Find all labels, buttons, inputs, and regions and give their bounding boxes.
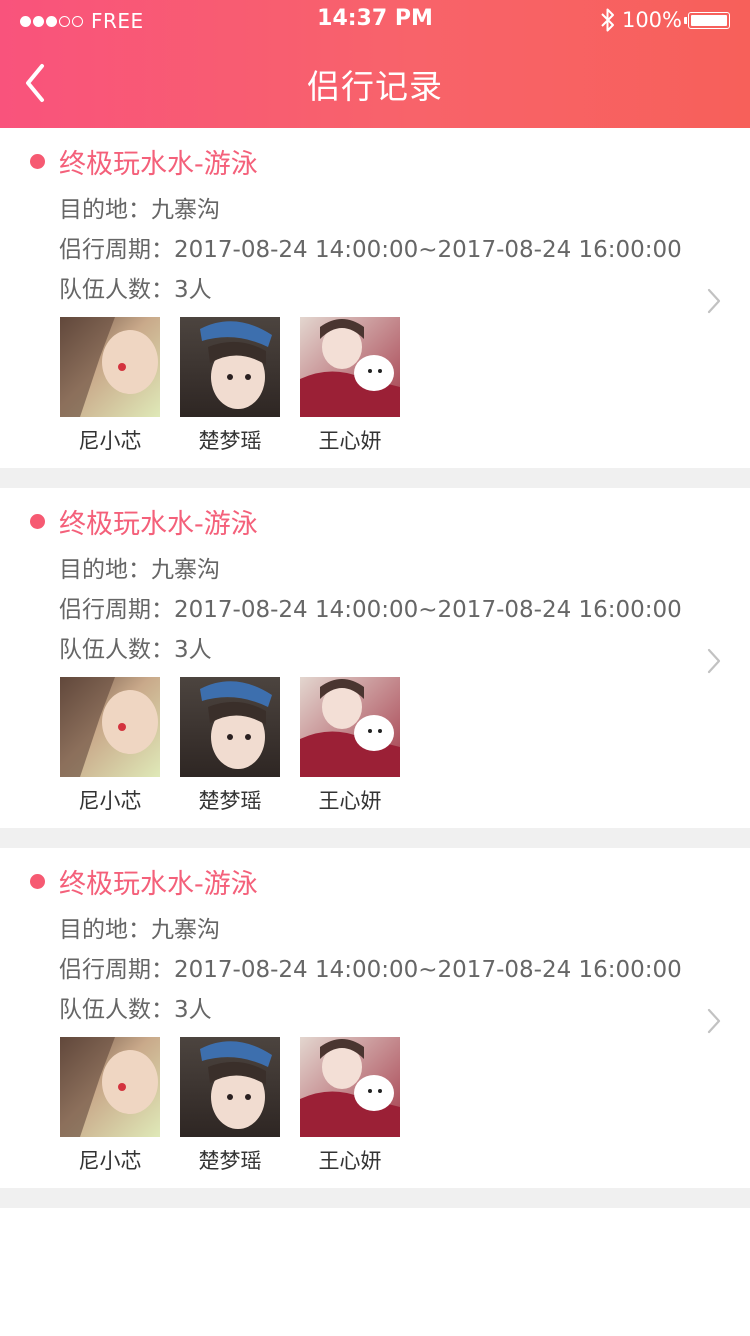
trip-period: 侣行周期：2017-08-24 14:00:00~2017-08-24 16:0… bbox=[59, 957, 682, 983]
trip-card[interactable]: 终极玩水水-游泳 目的地：九寨沟 侣行周期：2017-08-24 14:00:0… bbox=[0, 848, 750, 1188]
trip-destination: 目的地：九寨沟 bbox=[59, 557, 220, 583]
trip-team-size: 队伍人数：3人 bbox=[59, 997, 212, 1023]
bullet-dot-icon bbox=[30, 514, 45, 529]
member-avatar bbox=[300, 1037, 400, 1137]
member-avatar bbox=[180, 677, 280, 777]
member-list: 尼小芯 楚梦瑶 王心妍 bbox=[60, 317, 420, 455]
member-avatar bbox=[60, 1037, 160, 1137]
chevron-right-icon bbox=[707, 648, 721, 674]
trip-period: 侣行周期：2017-08-24 14:00:00~2017-08-24 16:0… bbox=[59, 597, 682, 623]
member-list: 尼小芯 楚梦瑶 王心妍 bbox=[60, 1037, 420, 1175]
member-item[interactable]: 尼小芯 bbox=[60, 677, 160, 815]
member-item[interactable]: 尼小芯 bbox=[60, 1037, 160, 1175]
trip-destination: 目的地：九寨沟 bbox=[59, 197, 220, 223]
trip-title: 终极玩水水-游泳 bbox=[59, 149, 258, 180]
bullet-dot-icon bbox=[30, 874, 45, 889]
member-name: 楚梦瑶 bbox=[198, 1149, 262, 1173]
trip-period: 侣行周期：2017-08-24 14:00:00~2017-08-24 16:0… bbox=[59, 237, 682, 263]
trip-team-size: 队伍人数：3人 bbox=[59, 637, 212, 663]
member-item[interactable]: 尼小芯 bbox=[60, 317, 160, 455]
member-avatar bbox=[60, 677, 160, 777]
member-name: 楚梦瑶 bbox=[198, 429, 262, 453]
trip-team-size: 队伍人数：3人 bbox=[59, 277, 212, 303]
member-name: 尼小芯 bbox=[78, 429, 142, 453]
section-divider bbox=[0, 468, 750, 488]
member-avatar bbox=[300, 677, 400, 777]
page-title: 侣行记录 bbox=[307, 67, 443, 106]
member-item[interactable]: 王心妍 bbox=[300, 677, 400, 815]
member-name: 楚梦瑶 bbox=[198, 789, 262, 813]
member-item[interactable]: 楚梦瑶 bbox=[180, 677, 280, 815]
section-divider bbox=[0, 1188, 750, 1208]
member-item[interactable]: 王心妍 bbox=[300, 1037, 400, 1175]
member-avatar bbox=[180, 317, 280, 417]
trip-card[interactable]: 终极玩水水-游泳 目的地：九寨沟 侣行周期：2017-08-24 14:00:0… bbox=[0, 488, 750, 828]
status-bar: FREE 14:37 PM 100% bbox=[0, 0, 750, 40]
chevron-right-icon bbox=[707, 288, 721, 314]
member-item[interactable]: 王心妍 bbox=[300, 317, 400, 455]
chevron-right-icon bbox=[707, 1008, 721, 1034]
member-list: 尼小芯 楚梦瑶 王心妍 bbox=[60, 677, 420, 815]
trip-card[interactable]: 终极玩水水-游泳 目的地：九寨沟 侣行周期：2017-08-24 14:00:0… bbox=[0, 128, 750, 468]
member-name: 王心妍 bbox=[318, 1149, 382, 1173]
trip-destination: 目的地：九寨沟 bbox=[59, 917, 220, 943]
member-item[interactable]: 楚梦瑶 bbox=[180, 1037, 280, 1175]
section-divider bbox=[0, 828, 750, 848]
trip-title: 终极玩水水-游泳 bbox=[59, 509, 258, 540]
battery-percent: 100% bbox=[621, 8, 682, 32]
trip-title: 终极玩水水-游泳 bbox=[59, 869, 258, 900]
member-name: 王心妍 bbox=[318, 789, 382, 813]
status-right: 100% bbox=[600, 5, 730, 35]
member-item[interactable]: 楚梦瑶 bbox=[180, 317, 280, 455]
battery-icon bbox=[684, 11, 730, 29]
member-avatar bbox=[180, 1037, 280, 1137]
member-name: 尼小芯 bbox=[78, 789, 142, 813]
member-avatar bbox=[300, 317, 400, 417]
member-avatar bbox=[60, 317, 160, 417]
trip-list: 终极玩水水-游泳 目的地：九寨沟 侣行周期：2017-08-24 14:00:0… bbox=[0, 128, 750, 1208]
member-name: 尼小芯 bbox=[78, 1149, 142, 1173]
bullet-dot-icon bbox=[30, 154, 45, 169]
navigation-bar: 侣行记录 bbox=[0, 40, 750, 128]
member-name: 王心妍 bbox=[318, 429, 382, 453]
header-bar: FREE 14:37 PM 100% 侣行记录 bbox=[0, 0, 750, 128]
bluetooth-icon bbox=[601, 8, 614, 32]
